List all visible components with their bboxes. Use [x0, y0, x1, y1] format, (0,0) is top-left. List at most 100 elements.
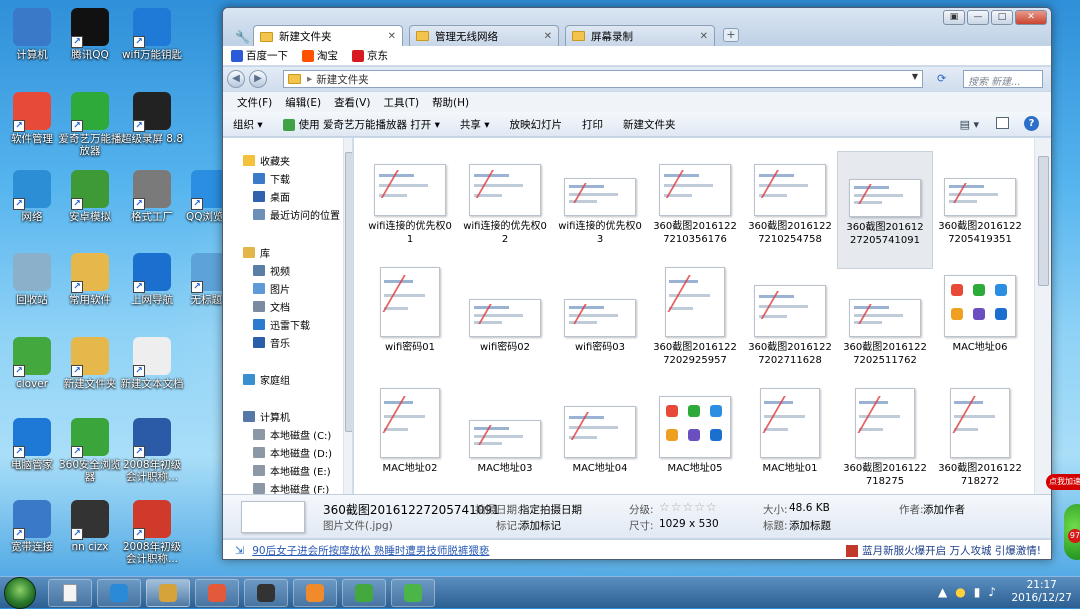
file-item[interactable]: 360截图20161227210356176	[647, 154, 743, 246]
desktop-icon[interactable]: ↗ wifi万能钥匙	[120, 8, 184, 61]
file-item[interactable]: MAC地址02	[362, 388, 458, 475]
desktop-icon[interactable]: ↗ clover	[0, 337, 64, 390]
menu-item[interactable]: 编辑(E)	[285, 95, 321, 110]
taskbar-button[interactable]	[195, 579, 239, 607]
status-news-link[interactable]: 90后女子进会所按摩放松 熟睡时遭男技师脱裤猥亵	[252, 543, 489, 558]
nav-section-header[interactable]: 库	[243, 244, 270, 261]
content-scrollbar[interactable]	[1034, 138, 1051, 494]
print-button[interactable]: 打印	[572, 117, 613, 132]
open-with-button[interactable]: 使用 爱奇艺万能播放器 打开 ▾	[273, 117, 450, 132]
nav-section-header[interactable]: 计算机	[243, 408, 290, 425]
taskbar-button[interactable]	[244, 579, 288, 607]
start-button[interactable]	[4, 577, 36, 609]
desktop-icon[interactable]: ↗ 上网导航	[120, 253, 184, 306]
nav-item[interactable]: 本地磁盘 (D:)	[253, 444, 332, 461]
tags-value[interactable]: 添加标记	[519, 518, 561, 533]
network-status-icon[interactable]: ▮	[974, 585, 981, 599]
file-item[interactable]: wifi连接的优先权03	[552, 154, 648, 246]
address-bar[interactable]: ▸ 新建文件夹 ▼	[283, 70, 923, 88]
nav-item[interactable]: 本地磁盘 (F:)	[253, 480, 329, 494]
desktop-icon[interactable]: ↗ 常用软件	[58, 253, 122, 306]
nav-scroll-thumb[interactable]	[345, 152, 352, 432]
file-item[interactable]: 360截图20161227202511762	[837, 275, 933, 367]
file-item[interactable]: MAC地址03	[457, 396, 553, 475]
nav-item[interactable]: 最近访问的位置	[253, 206, 340, 223]
float-ball[interactable]: 97	[1064, 504, 1080, 560]
desktop-icon[interactable]: 计算机	[0, 8, 64, 61]
desktop-icon[interactable]: 回收站	[0, 253, 64, 306]
preview-pane-icon[interactable]	[996, 117, 1009, 129]
slideshow-button[interactable]: 放映幻灯片	[500, 117, 573, 132]
file-item[interactable]: 360截图20161227202925957	[647, 267, 743, 367]
file-item[interactable]: 360截图20161227205419351	[932, 154, 1028, 246]
nav-section-header[interactable]: 收藏夹	[243, 152, 290, 169]
favorite-taobao[interactable]: 淘宝	[302, 48, 338, 63]
close-tab-icon[interactable]: ✕	[544, 31, 552, 42]
help-icon[interactable]: ?	[1024, 116, 1039, 131]
file-item[interactable]: MAC地址01	[742, 388, 838, 475]
file-item[interactable]: 360截图2016122718272	[932, 388, 1028, 488]
view-options-icon[interactable]: ▤ ▾	[960, 118, 979, 131]
close-tab-icon[interactable]: ✕	[700, 31, 708, 42]
tray-security-icon[interactable]: ●	[955, 585, 965, 599]
nav-item[interactable]: 图片	[253, 280, 290, 297]
desktop-icon[interactable]: ↗ 新建文本文档	[120, 337, 184, 390]
desktop-icon[interactable]: ↗ 超级录屏 8.8	[120, 92, 184, 145]
desktop-icon[interactable]: ↗ 2008年初级会计职称...	[120, 500, 184, 565]
search-input[interactable]: 搜索 新建...	[963, 70, 1043, 88]
title-value[interactable]: 添加标题	[789, 518, 831, 533]
nav-item[interactable]: 文档	[253, 298, 290, 315]
refresh-icon[interactable]: ⟳	[937, 72, 946, 85]
tab-1[interactable]: 管理无线网络 ✕	[409, 25, 559, 46]
speedup-badge[interactable]: 点我加速	[1046, 474, 1080, 490]
taskbar-button[interactable]	[97, 579, 141, 607]
minimize-button[interactable]: —	[967, 10, 989, 25]
menu-item[interactable]: 查看(V)	[334, 95, 370, 110]
menu-item[interactable]: 帮助(H)	[432, 95, 469, 110]
taskbar-button[interactable]	[391, 579, 435, 607]
taskbar-button[interactable]	[293, 579, 337, 607]
taskbar-button[interactable]	[342, 579, 386, 607]
desktop-icon[interactable]: ↗ 爱奇艺万能播放器	[58, 92, 122, 157]
new-folder-button[interactable]: 新建文件夹	[613, 117, 686, 132]
desktop-icon[interactable]: ↗ 2008年初级会计职称...	[120, 418, 184, 483]
tab-0[interactable]: 新建文件夹 ✕	[253, 25, 403, 47]
new-tab-button[interactable]: +	[723, 28, 739, 42]
desktop-icon[interactable]: ↗ 格式工厂	[120, 170, 184, 223]
expand-icon[interactable]: ⇲	[235, 544, 244, 557]
file-item[interactable]: 360截图2016122718275	[837, 388, 933, 488]
close-tab-icon[interactable]: ✕	[388, 31, 396, 42]
status-ad-link[interactable]: 蓝月新服火爆开启 万人攻城 引爆激情!	[846, 543, 1041, 558]
file-item[interactable]: wifi密码02	[457, 275, 553, 354]
taskbar-button[interactable]	[48, 579, 92, 607]
nav-item[interactable]: 桌面	[253, 188, 290, 205]
date-value[interactable]: 指定拍摄日期	[519, 502, 582, 517]
desktop-icon[interactable]: ↗ 360安全浏览器	[58, 418, 122, 483]
nav-item[interactable]: 迅雷下载	[253, 316, 310, 333]
close-button[interactable]: ✕	[1015, 10, 1047, 25]
content-scroll-thumb[interactable]	[1038, 156, 1049, 286]
wrench-icon[interactable]: 🔧	[235, 30, 250, 44]
desktop-icon[interactable]: ↗ 安卓模拟	[58, 170, 122, 223]
pin-button[interactable]: ▣	[943, 10, 965, 25]
maximize-button[interactable]: □	[991, 10, 1013, 25]
favorite-baidu[interactable]: 百度一下	[231, 48, 288, 63]
nav-item[interactable]: 本地磁盘 (E:)	[253, 462, 331, 479]
file-item[interactable]: MAC地址06	[932, 275, 1028, 354]
chevron-down-icon[interactable]: ▼	[912, 72, 918, 81]
desktop-icon[interactable]: ↗ 网络	[0, 170, 64, 223]
file-item[interactable]: wifi连接的优先权01	[362, 154, 458, 246]
nav-item[interactable]: 本地磁盘 (C:)	[253, 426, 331, 443]
nav-item[interactable]: 视频	[253, 262, 290, 279]
volume-icon[interactable]: ♪	[988, 585, 996, 599]
desktop-icon[interactable]: ↗ 软件管理	[0, 92, 64, 145]
file-item[interactable]: wifi连接的优先权02	[457, 154, 553, 246]
desktop-icon[interactable]: ↗ 宽带连接	[0, 500, 64, 553]
file-item[interactable]: MAC地址04	[552, 396, 648, 475]
favorite-jd[interactable]: 京东	[352, 48, 388, 63]
nav-scrollbar[interactable]	[343, 138, 352, 494]
back-button[interactable]: ◀	[227, 70, 245, 88]
desktop-icon[interactable]: ↗ 电脑管家	[0, 418, 64, 471]
tab-2[interactable]: 屏幕录制 ✕	[565, 25, 715, 46]
menu-item[interactable]: 工具(T)	[383, 95, 419, 110]
